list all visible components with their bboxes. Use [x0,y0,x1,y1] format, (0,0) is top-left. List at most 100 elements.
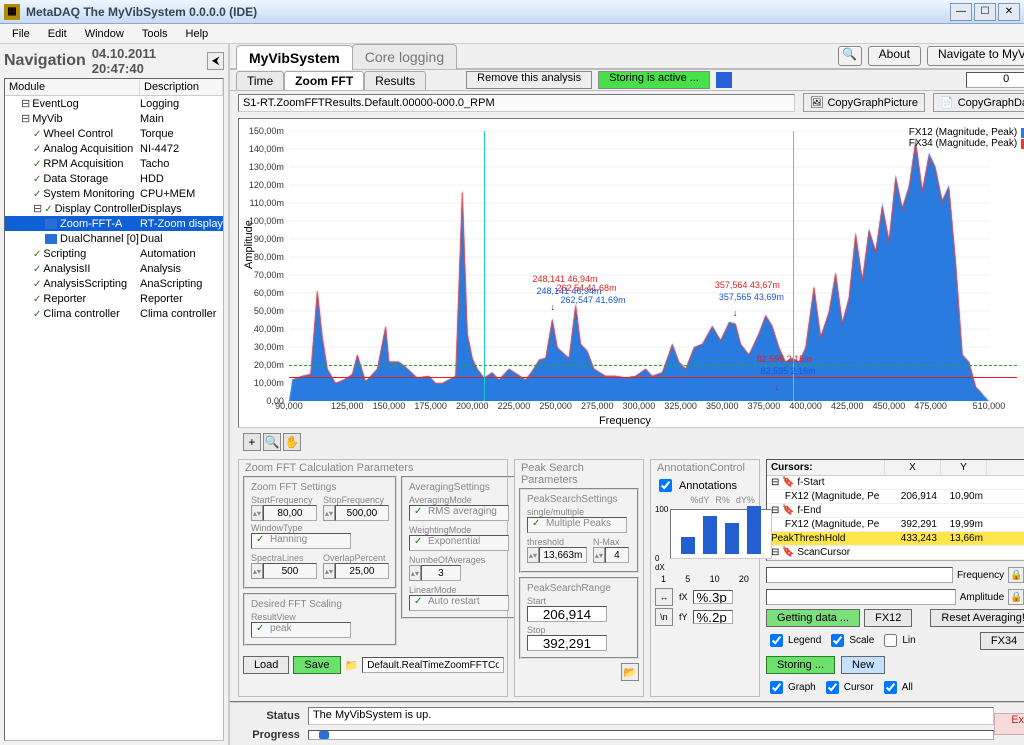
linmode-dropdown[interactable]: Auto restart [409,595,509,611]
tree-row[interactable]: DualChannel [0]Dual [5,231,223,246]
startfreq-input[interactable] [263,505,317,521]
fx-left-icon[interactable]: ↔ [655,588,673,606]
cursor-row[interactable]: FX12 (Magnitude, Pe206,91410,90m [767,490,1024,504]
avgmode-dropdown[interactable]: RMS averaging [409,505,509,521]
tree-row[interactable]: Clima controllerClima controller [5,306,223,321]
menu-edit[interactable]: Edit [40,26,75,42]
threshold-input[interactable] [539,547,587,563]
getting-data-button[interactable]: Getting data ... [766,609,860,627]
cursor-row[interactable]: PeakThreshHold433,24313,66m [767,532,1024,546]
numavg-spinner[interactable]: ▴▾ [409,565,421,581]
nav-collapse-button[interactable]: ⮜ [207,52,224,70]
fy-left-icon[interactable]: \n [655,608,673,626]
fft-chart[interactable]: Amplitude Frequency FX12 (Magnitude, Pea… [238,118,1024,427]
tree-row[interactable]: AnalysisIIAnalysis [5,261,223,276]
range-start-input[interactable] [527,606,607,622]
tree-row[interactable]: Zoom-FFT-ART-Zoom display [5,216,223,231]
copy-graph-data-button[interactable]: 📄CopyGraphData [933,93,1024,112]
exit-button[interactable]: Exit [994,713,1024,735]
new-button[interactable]: New [841,656,885,674]
fx-format[interactable] [693,590,733,604]
range-stop-input[interactable] [527,635,607,651]
chart-tool-crosshair[interactable]: + [243,433,261,451]
tree-row[interactable]: ScriptingAutomation [5,246,223,261]
weightmode-dropdown[interactable]: Exponential [409,535,509,551]
tree-row[interactable]: AnalysisScriptingAnaScripting [5,276,223,291]
check-cursor[interactable]: Cursor [822,678,874,697]
tree-row[interactable]: RPM AcquisitionTacho [5,156,223,171]
tree-row[interactable]: System MonitoringCPU+MEM [5,186,223,201]
cursor-row[interactable]: FX12 (Magnitude, Pe392,29119,99m [767,518,1024,532]
subtab-results[interactable]: Results [364,71,426,90]
stopfreq-spinner[interactable]: ▴▾ [323,505,335,521]
fx34-button[interactable]: FX34 [980,632,1024,650]
minimize-button[interactable]: — [950,3,972,21]
stopfreq-input[interactable] [335,505,389,521]
tree-row[interactable]: ReporterReporter [5,291,223,306]
fx12-button[interactable]: FX12 [864,609,912,627]
windowtype-dropdown[interactable]: Hanning [251,533,351,549]
close-button[interactable]: ✕ [998,3,1020,21]
tree-row[interactable]: EventLogLogging [5,96,223,111]
tab-myvibsystem[interactable]: MyVibSystem [236,45,353,70]
search-icon[interactable]: 🔍 [838,46,862,66]
numavg-input[interactable] [421,565,461,581]
frequency-input[interactable] [766,567,953,583]
check-lin[interactable]: Lin [880,631,915,650]
fy-format[interactable] [693,610,733,624]
copy-graph-picture-button[interactable]: 🖼CopyGraphPicture [803,93,925,112]
threshold-spinner[interactable]: ▴▾ [527,547,539,563]
tree-row[interactable]: MyVibMain [5,111,223,126]
check-legend[interactable]: Legend [766,631,821,650]
chart-tool-pan[interactable]: ✋ [283,433,301,451]
resultview-dropdown[interactable]: peak [251,622,351,638]
nmax-input[interactable] [605,547,629,563]
tree-row[interactable]: Data StorageHDD [5,171,223,186]
cursor-f-End[interactable] [793,131,794,401]
menu-help[interactable]: Help [178,26,217,42]
save-button[interactable]: Save [293,656,340,674]
cursor-row[interactable]: ⊟ 🔖 ScanCursor [767,546,1024,560]
remove-analysis-button[interactable]: Remove this analysis [466,71,592,89]
overlap-spinner[interactable]: ▴▾ [323,563,335,579]
load-button[interactable]: Load [243,656,289,674]
subtab-time[interactable]: Time [236,71,284,90]
storing-status-button[interactable]: Storing is active ... [598,71,710,89]
menu-window[interactable]: Window [77,26,132,42]
menu-tools[interactable]: Tools [134,26,176,42]
reset-averaging-button[interactable]: Reset Averaging! [930,609,1024,627]
tree-row[interactable]: Analog AcquisitionNI-4472 [5,141,223,156]
y-tick-label: 80,00m [239,252,287,262]
subtab-zoom-fft[interactable]: Zoom FFT [284,71,364,90]
open-folder-icon[interactable]: 📂 [621,663,639,681]
navigate-button[interactable]: Navigate to MyVib [927,46,1024,66]
cursors-table[interactable]: Cursors: X Y ⊟ 🔖 f-Start FX12 (Magnitude… [766,459,1024,561]
menu-file[interactable]: File [4,26,38,42]
tab-core-logging[interactable]: Core logging [352,44,457,69]
amplitude-input[interactable] [766,589,956,605]
lock2-icon[interactable]: 🔒 [1008,589,1024,605]
module-tree[interactable]: EventLogLoggingMyVibMainWheel ControlTor… [5,96,223,740]
config-filename[interactable] [362,657,504,673]
annotations-checkbox[interactable]: Annotations [655,476,755,495]
startfreq-spinner[interactable]: ▴▾ [251,505,263,521]
cursor-row[interactable]: ⊟ 🔖 f-Start [767,476,1024,490]
about-button[interactable]: About [868,46,921,66]
spectralines-spinner[interactable]: ▴▾ [251,563,263,579]
tree-row[interactable]: Display ControllerDisplays [5,201,223,216]
tree-row[interactable]: Wheel ControlTorque [5,126,223,141]
singlemultiple-dropdown[interactable]: Multiple Peaks [527,517,627,533]
chart-tool-zoom[interactable]: 🔍 [263,433,281,451]
cursor-f-Start[interactable] [484,131,485,401]
cursor-row[interactable]: ⊟ 🔖 f-End [767,504,1024,518]
check-all[interactable]: All [880,678,913,697]
overlap-input[interactable] [335,563,389,579]
lock-icon[interactable]: 🔒 [1008,567,1024,583]
x-tick-label: 375,000 [748,401,781,411]
maximize-button[interactable]: ☐ [974,3,996,21]
spectralines-input[interactable] [263,563,317,579]
check-graph[interactable]: Graph [766,678,816,697]
check-scale[interactable]: Scale [827,631,874,650]
storing-button[interactable]: Storing ... [766,656,835,674]
nmax-spinner[interactable]: ▴▾ [593,547,605,563]
